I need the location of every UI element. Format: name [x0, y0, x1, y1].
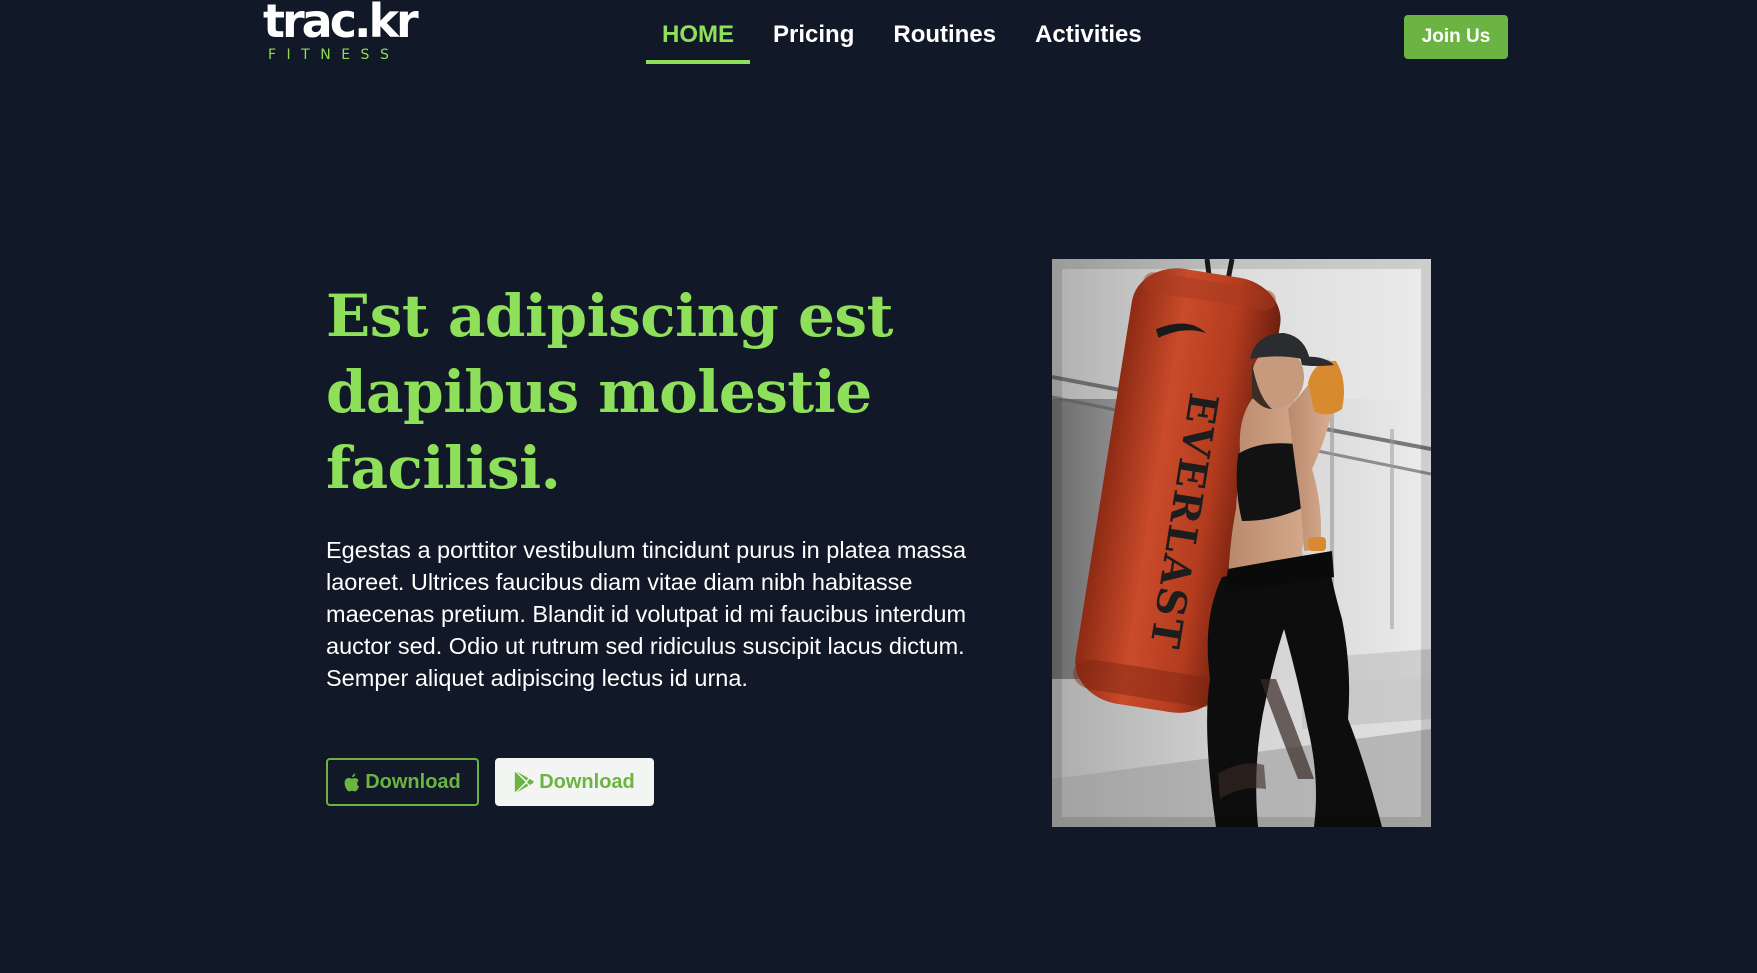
google-play-download-label: Download	[539, 770, 635, 793]
nav-item-routines[interactable]: Routines	[877, 0, 1012, 64]
app-store-download-label: Download	[365, 770, 461, 793]
boxer-with-punching-bag-illustration: EVERLAST	[1052, 259, 1431, 827]
google-play-download-button[interactable]: Download	[495, 758, 654, 806]
hero-image: EVERLAST	[1052, 259, 1431, 827]
brand-tagline: FITNESS	[268, 47, 400, 63]
brand-logo[interactable]: trac.kr FITNESS	[263, 0, 419, 66]
download-buttons: Download Download	[326, 758, 654, 806]
nav-item-pricing[interactable]: Pricing	[757, 0, 870, 64]
app-store-download-button[interactable]: Download	[326, 758, 479, 806]
join-us-button[interactable]: Join Us	[1404, 15, 1508, 59]
nav-item-activities[interactable]: Activities	[1019, 0, 1158, 64]
brand-name: trac.kr	[263, 0, 419, 48]
apple-icon	[344, 773, 360, 791]
hero-description: Egestas a porttitor vestibulum tincidunt…	[326, 537, 967, 691]
hero-title: Est adipiscing est dapibus molestie faci…	[326, 282, 893, 502]
google-play-icon	[515, 771, 534, 793]
nav-item-home[interactable]: HOME	[646, 0, 750, 64]
main-nav: HOME Pricing Routines Activities	[646, 0, 1165, 64]
